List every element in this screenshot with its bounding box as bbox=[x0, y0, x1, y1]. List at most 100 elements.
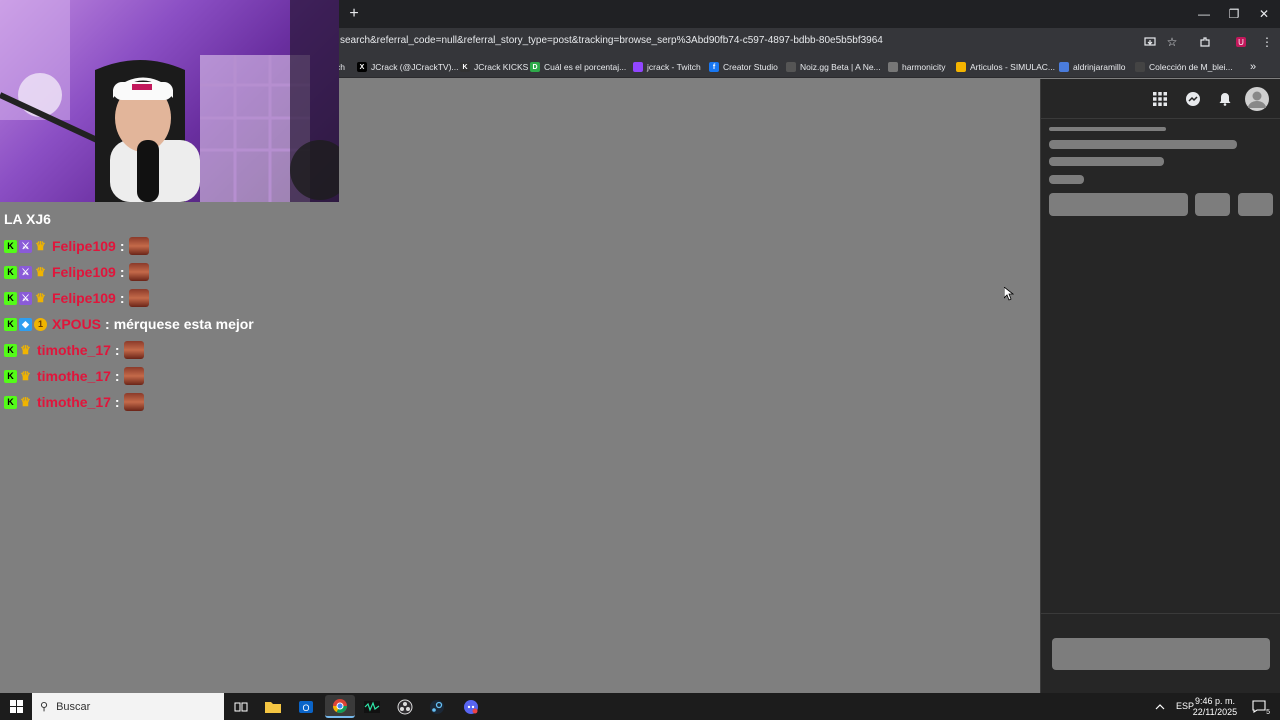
install-app-icon[interactable] bbox=[1141, 33, 1159, 51]
minimize-button[interactable]: — bbox=[1190, 4, 1218, 24]
kick-badge-icon: K bbox=[4, 265, 17, 279]
bookmark-item[interactable]: harmonicity bbox=[888, 60, 945, 74]
bookmark-item[interactable]: Noiz.gg Beta | A Ne... bbox=[786, 60, 881, 74]
crown-badge-icon: ♛ bbox=[35, 239, 46, 253]
bookmark-item[interactable]: Articulos - SIMULAC... bbox=[956, 60, 1055, 74]
bookmark-label: jcrack - Twitch bbox=[647, 62, 701, 72]
kick-badge-icon: K bbox=[4, 343, 17, 357]
coin-badge-icon: 1 bbox=[34, 317, 47, 331]
start-button[interactable] bbox=[0, 693, 32, 720]
bookmark-label: JCrack KICKS bbox=[474, 62, 529, 72]
loading-skeleton-button bbox=[1049, 193, 1188, 216]
loading-skeleton bbox=[1049, 175, 1084, 184]
messenger-icon[interactable] bbox=[1182, 88, 1204, 110]
chat-message: K ♛ timothe_17 : bbox=[4, 392, 144, 412]
loading-skeleton bbox=[1049, 127, 1166, 131]
chat-message: K ♛ timothe_17 : bbox=[4, 340, 144, 360]
bookmark-item[interactable]: D Cuál es el porcentaj... bbox=[530, 60, 626, 74]
chat-username[interactable]: timothe_17 bbox=[37, 342, 111, 358]
crown-badge-icon: ♛ bbox=[20, 343, 31, 357]
avatar[interactable] bbox=[1243, 85, 1271, 113]
notification-count-badge: 5 bbox=[1266, 709, 1270, 716]
tray-chevron-up-icon[interactable] bbox=[1150, 695, 1170, 718]
chat-username[interactable]: XPOUS bbox=[52, 316, 101, 332]
profile-extension-icon[interactable]: U bbox=[1232, 33, 1250, 51]
chat-message: K ⚔ ♛ Felipe109 : bbox=[4, 288, 149, 308]
bookmark-item[interactable]: jcrack - Twitch bbox=[633, 60, 701, 74]
notification-center-icon[interactable]: 5 bbox=[1248, 695, 1270, 718]
steam-icon[interactable] bbox=[422, 695, 452, 718]
discord-icon[interactable] bbox=[456, 695, 486, 718]
bookmark-label: harmonicity bbox=[902, 62, 946, 72]
address-bar[interactable]: search&referral_code=null&referral_story… bbox=[340, 35, 883, 46]
emote-icon bbox=[128, 237, 149, 255]
harmonicity-icon bbox=[888, 62, 898, 72]
taskbar-search-input[interactable]: ⚲ Buscar bbox=[32, 693, 224, 720]
menu-kebab-icon[interactable]: ⋮ bbox=[1258, 33, 1276, 51]
aldrin-icon bbox=[1059, 62, 1069, 72]
obs-icon[interactable] bbox=[390, 695, 420, 718]
right-panel bbox=[1040, 79, 1280, 693]
chat-message: K ♛ timothe_17 : bbox=[4, 366, 144, 386]
kick-badge-icon: K bbox=[4, 395, 17, 409]
taskbar: ⚲ Buscar O ESP 9:46 p. m. 22/11/2025 5 bbox=[0, 693, 1280, 720]
loading-skeleton-input bbox=[1052, 638, 1270, 670]
chat-username[interactable]: timothe_17 bbox=[37, 394, 111, 410]
bookmark-item[interactable]: Colección de M_blei... bbox=[1135, 60, 1233, 74]
bookmark-item[interactable]: X JCrack (@JCrackTV)... bbox=[357, 60, 459, 74]
loading-skeleton bbox=[1049, 157, 1164, 166]
doc-icon: D bbox=[530, 62, 540, 72]
cube-badge-icon: ◆ bbox=[19, 317, 32, 331]
noiz-icon bbox=[786, 62, 796, 72]
chat-message-text: LA XJ6 bbox=[4, 211, 51, 227]
x-icon: X bbox=[357, 62, 367, 72]
close-window-button[interactable]: ✕ bbox=[1250, 4, 1278, 24]
chat-message: K ⚔ ♛ Felipe109 : bbox=[4, 236, 149, 256]
chat-separator: : bbox=[114, 394, 120, 410]
chat-username[interactable]: Felipe109 bbox=[52, 264, 116, 280]
kick-badge-icon: K bbox=[4, 239, 17, 253]
emote-icon bbox=[128, 263, 149, 281]
bookmark-item[interactable]: K JCrack KICKS bbox=[460, 60, 528, 74]
bookmark-item[interactable]: aldrinjaramillo bbox=[1059, 60, 1125, 74]
more-bookmarks-icon[interactable]: » bbox=[1250, 60, 1256, 74]
clock-date: 22/11/2025 bbox=[1192, 707, 1238, 717]
taskbar-clock[interactable]: 9:46 p. m. 22/11/2025 bbox=[1190, 696, 1240, 718]
chrome-icon[interactable] bbox=[325, 695, 355, 718]
kick-badge-icon: K bbox=[4, 291, 17, 305]
chat-separator: : bbox=[119, 238, 125, 254]
chat-username[interactable]: Felipe109 bbox=[52, 238, 116, 254]
audio-app-icon[interactable] bbox=[357, 695, 387, 718]
kick-badge-icon: K bbox=[4, 369, 17, 383]
kick-icon: K bbox=[460, 62, 470, 72]
loading-skeleton bbox=[1049, 140, 1237, 149]
bookmark-item[interactable]: f Creator Studio bbox=[709, 60, 778, 74]
windows-logo-icon bbox=[9, 700, 23, 713]
twitch-icon bbox=[633, 62, 643, 72]
bookmark-label: Colección de M_blei... bbox=[1149, 62, 1233, 72]
bookmark-label: JCrack (@JCrackTV)... bbox=[371, 62, 459, 72]
divider bbox=[1041, 613, 1280, 614]
notifications-bell-icon[interactable] bbox=[1214, 88, 1236, 110]
kick-badge-icon: K bbox=[4, 317, 17, 331]
restore-button[interactable]: ❐ bbox=[1220, 4, 1248, 24]
apps-grid-icon[interactable] bbox=[1149, 88, 1171, 110]
file-explorer-icon[interactable] bbox=[258, 695, 288, 718]
chat-username[interactable]: Felipe109 bbox=[52, 290, 116, 306]
emote-icon bbox=[123, 367, 144, 385]
chat-separator: : bbox=[114, 342, 120, 358]
task-view-icon[interactable] bbox=[226, 695, 256, 718]
crown-badge-icon: ♛ bbox=[20, 395, 31, 409]
bookmark-label: aldrinjaramillo bbox=[1073, 62, 1126, 72]
outlook-icon[interactable]: O bbox=[291, 695, 321, 718]
right-panel-header bbox=[1041, 79, 1280, 119]
new-tab-button[interactable]: + bbox=[345, 5, 363, 23]
chat-separator: : bbox=[119, 264, 125, 280]
chat-username[interactable]: timothe_17 bbox=[37, 368, 111, 384]
bookmark-label: Cuál es el porcentaj... bbox=[544, 62, 627, 72]
svg-text:O: O bbox=[302, 703, 309, 713]
moderator-badge-icon: ⚔ bbox=[19, 239, 32, 253]
crown-badge-icon: ♛ bbox=[35, 291, 46, 305]
extensions-icon[interactable] bbox=[1196, 33, 1214, 51]
bookmark-star-icon[interactable]: ☆ bbox=[1163, 33, 1181, 51]
